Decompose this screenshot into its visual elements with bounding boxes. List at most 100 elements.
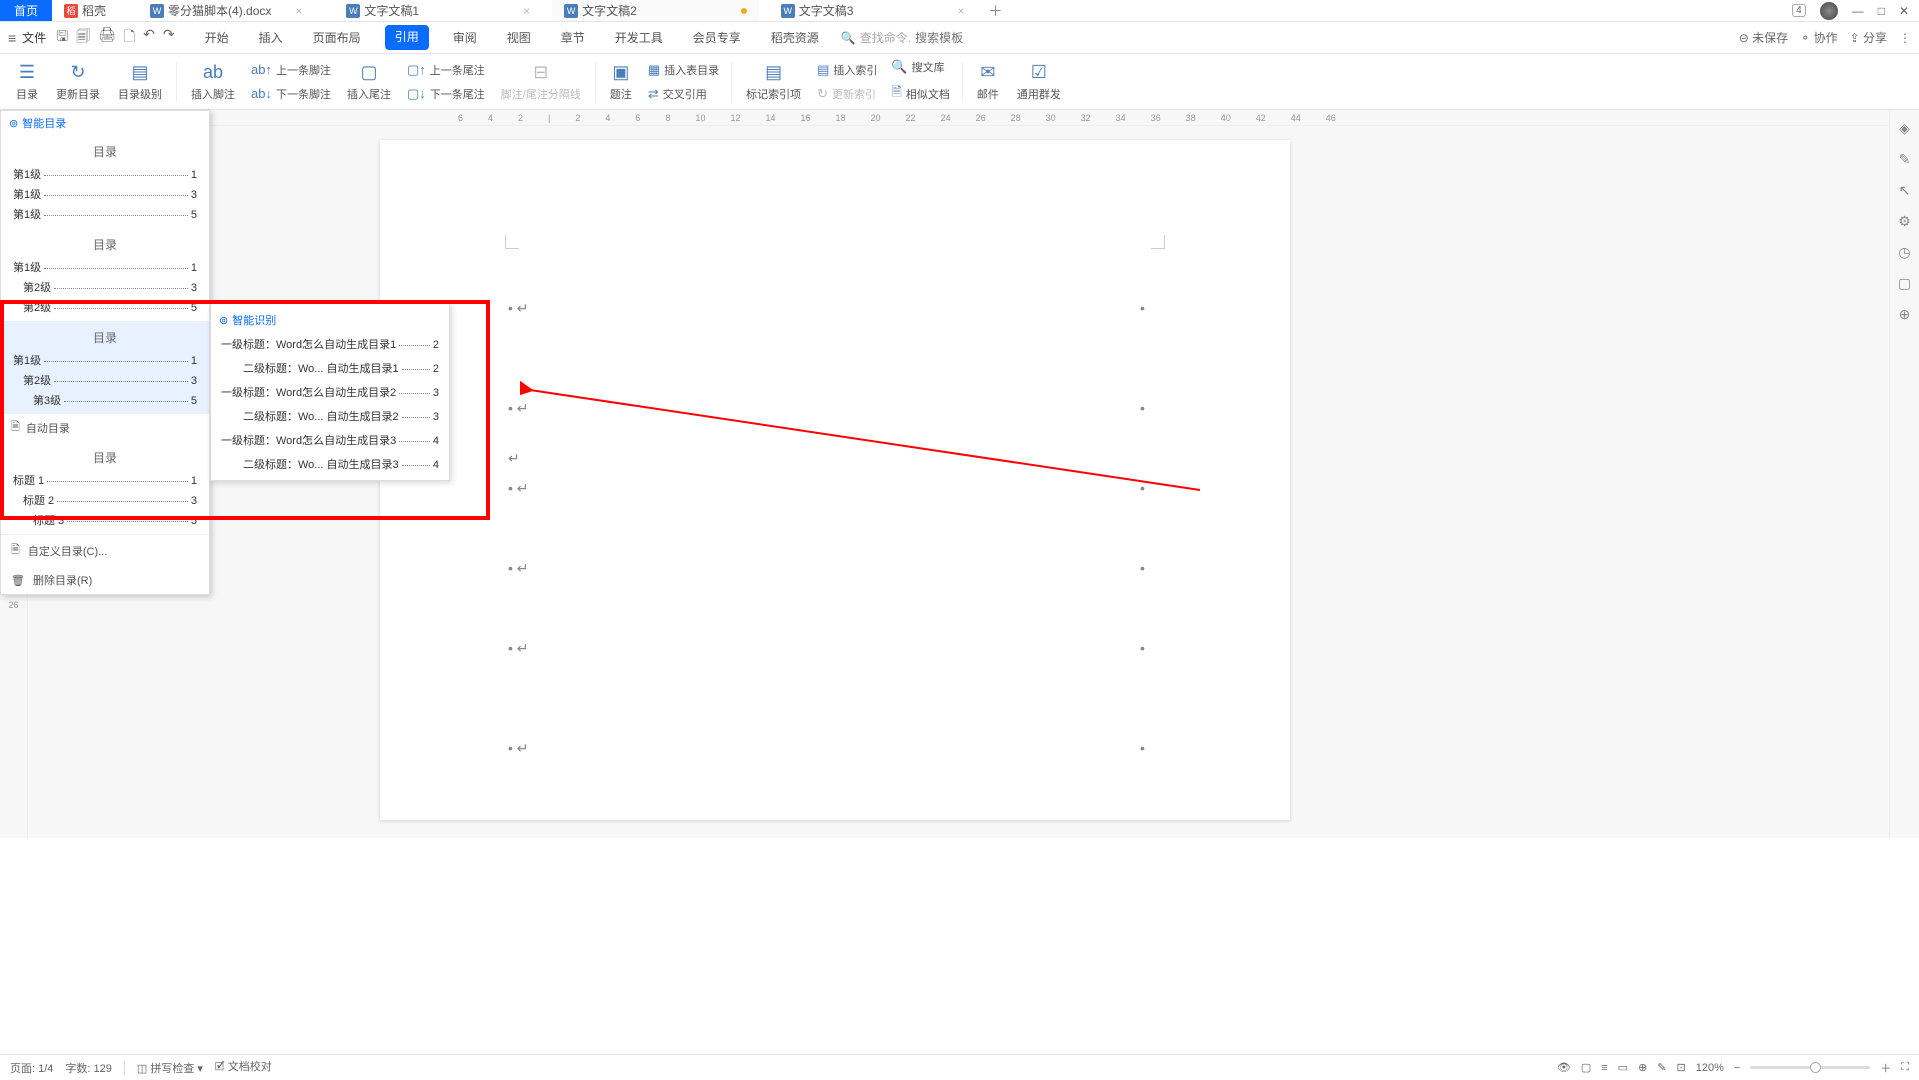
next-endnote-button[interactable]: ▢↓下一条尾注 xyxy=(401,84,491,104)
flyout-item[interactable]: 一级标题：Word怎么自动生成目录23 xyxy=(211,380,449,404)
search-lib-button[interactable]: 🔍搜文库 xyxy=(885,57,955,77)
redo-icon[interactable]: ↷ xyxy=(163,26,175,50)
document-tab-3[interactable]: W 文字文稿3 × xyxy=(769,0,977,21)
file-menu[interactable]: 文件 xyxy=(22,29,46,46)
prev-endnote-button[interactable]: ▢↑上一条尾注 xyxy=(401,60,491,80)
toc-dropdown: ⊚智能目录 目录 第1级1 第1级3 第1级5 目录 第1级1 第2级3 第2级… xyxy=(0,110,210,595)
insert-figtable-button[interactable]: ▦插入表目录 xyxy=(642,60,725,80)
save-icon[interactable]: 🖫 xyxy=(56,26,68,50)
box-icon[interactable]: ▢ xyxy=(1898,275,1911,292)
cross-ref-button[interactable]: ⇄交叉引用 xyxy=(642,84,725,104)
tab-app-daoke[interactable]: 稻 稻壳 xyxy=(52,0,118,21)
toc-template-3[interactable]: 目录 第1级1 第2级3 第3级5 xyxy=(1,321,209,414)
menu-tab-layout[interactable]: 页面布局 xyxy=(307,25,367,50)
toc-template-4[interactable]: 目录 标题 11 标题 23 标题 35 xyxy=(1,441,209,534)
minimize-button[interactable]: — xyxy=(1852,4,1864,18)
preview-icon[interactable]: 🗋 xyxy=(124,26,135,50)
insert-index-button[interactable]: ▤插入索引 xyxy=(811,60,883,80)
custom-toc-button[interactable]: 🗎自定义目录(C)... xyxy=(1,535,209,566)
insert-endnote-button[interactable]: ▢插入尾注 xyxy=(339,60,399,104)
zoom-out-button[interactable]: − xyxy=(1734,1062,1740,1074)
share-button[interactable]: ⇪ 分享 xyxy=(1850,29,1887,46)
zoom-in-button[interactable]: ＋ xyxy=(1880,1060,1891,1076)
coop-button[interactable]: ⚬ 协作 xyxy=(1800,29,1837,46)
globe-icon[interactable]: ⊕ xyxy=(1899,306,1911,323)
settings-icon[interactable]: ⚙ xyxy=(1898,213,1911,230)
group-send-button[interactable]: ☑通用群发 xyxy=(1009,60,1069,104)
close-icon[interactable]: × xyxy=(957,4,964,18)
flyout-item[interactable]: 二级标题：Wo... 自动生成目录23 xyxy=(211,404,449,428)
print-preview-icon[interactable]: 🗐 xyxy=(76,26,90,50)
separator-line-button[interactable]: ⊟脚注/尾注分隔线 xyxy=(493,60,589,104)
add-tab-button[interactable]: ＋ xyxy=(989,1,1003,21)
toc-button[interactable]: ☰目录 xyxy=(8,60,46,104)
document-tab-2[interactable]: W 文字文稿2 xyxy=(552,0,759,21)
toc-template-2[interactable]: 目录 第1级1 第2级3 第2级5 xyxy=(1,228,209,321)
close-window-button[interactable]: ✕ xyxy=(1899,4,1909,18)
smart-recognition-flyout: ⊚智能识别 一级标题：Word怎么自动生成目录12 二级标题：Wo... 自动生… xyxy=(210,303,450,481)
document-tab-0[interactable]: W 零分猫脚本(4).docx × xyxy=(138,0,314,21)
word-count[interactable]: 字数: 129 xyxy=(65,1060,111,1076)
fullscreen-icon[interactable]: ⛶ xyxy=(1901,1061,1909,1074)
flyout-item[interactable]: 一级标题：Word怎么自动生成目录34 xyxy=(211,428,449,452)
search-input[interactable] xyxy=(915,31,995,45)
print-icon[interactable]: 🖨 xyxy=(98,26,116,50)
hamburger-icon[interactable]: ≡ xyxy=(8,30,16,46)
fit-icon[interactable]: ⊡ xyxy=(1677,1061,1686,1074)
paragraph-mark-icon: • xyxy=(1140,640,1145,656)
update-toc-button[interactable]: ↻更新目录 xyxy=(48,60,108,104)
diamond-icon[interactable]: ◈ xyxy=(1899,120,1910,137)
menu-tab-review[interactable]: 审阅 xyxy=(447,25,483,50)
undo-icon[interactable]: ↶ xyxy=(143,26,155,50)
menu-tab-devtools[interactable]: 开发工具 xyxy=(609,25,669,50)
menu-tab-reference[interactable]: 引用 xyxy=(385,25,429,50)
page[interactable]: • ↵ • • ↵ • ↵ • ↵ • • ↵ • • ↵ • • ↵ • xyxy=(380,140,1290,820)
notification-badge[interactable]: 4 xyxy=(1792,4,1806,17)
mark-index-button[interactable]: ▤标记索引项 xyxy=(738,60,809,104)
mail-button[interactable]: ✉邮件 xyxy=(969,60,1007,104)
similar-doc-button[interactable]: 🗎相似文档 xyxy=(885,81,955,107)
menu-tab-daoke[interactable]: 稻壳资源 xyxy=(765,25,825,50)
titlebar: 首页 稻 稻壳 W 零分猫脚本(4).docx × W 文字文稿1 × W 文字… xyxy=(0,0,1919,22)
menu-tab-member[interactable]: 会员专享 xyxy=(687,25,747,50)
menu-tab-start[interactable]: 开始 xyxy=(199,25,235,50)
close-icon[interactable]: × xyxy=(523,4,530,18)
spell-check-button[interactable]: ◫ 拼写检查 ▾ xyxy=(137,1060,203,1076)
next-footnote-button[interactable]: ab↓下一条脚注 xyxy=(245,84,337,104)
toc-template-1[interactable]: 目录 第1级1 第1级3 第1级5 xyxy=(1,135,209,228)
prev-footnote-button[interactable]: ab↑上一条脚注 xyxy=(245,60,337,80)
search-icon[interactable]: 🔍 xyxy=(841,31,856,45)
proof-button[interactable]: 🗹 文档校对 xyxy=(215,1058,272,1077)
more-icon[interactable]: ⋮ xyxy=(1899,31,1911,45)
delete-toc-button[interactable]: 🗑删除目录(R) xyxy=(1,566,209,594)
page-indicator[interactable]: 页面: 1/4 xyxy=(10,1060,53,1076)
close-icon[interactable]: × xyxy=(295,4,302,18)
menu-tab-section[interactable]: 章节 xyxy=(555,25,591,50)
document-tab-1[interactable]: W 文字文稿1 × xyxy=(334,0,542,21)
menu-tab-view[interactable]: 视图 xyxy=(501,25,537,50)
flyout-item[interactable]: 一级标题：Word怎么自动生成目录12 xyxy=(211,332,449,356)
pencil-icon[interactable]: ✎ xyxy=(1899,151,1911,168)
view-mode-icon[interactable]: ✎ xyxy=(1657,1061,1666,1074)
clock-icon[interactable]: ◷ xyxy=(1898,244,1910,261)
view-mode-icon[interactable]: ▢ xyxy=(1581,1061,1591,1074)
menu-tab-insert[interactable]: 插入 xyxy=(253,25,289,50)
view-mode-icon[interactable]: ≡ xyxy=(1601,1062,1607,1074)
maximize-button[interactable]: □ xyxy=(1878,4,1885,18)
zoom-slider[interactable] xyxy=(1750,1066,1870,1069)
cursor-icon[interactable]: ↖ xyxy=(1899,182,1911,199)
eye-icon[interactable]: 👁 xyxy=(1557,1061,1571,1074)
caption-button[interactable]: ▣题注 xyxy=(602,60,640,104)
avatar[interactable] xyxy=(1820,2,1838,20)
flyout-item[interactable]: 二级标题：Wo... 自动生成目录12 xyxy=(211,356,449,380)
zoom-value[interactable]: 120% xyxy=(1696,1062,1724,1074)
flyout-item[interactable]: 二级标题：Wo... 自动生成目录34 xyxy=(211,452,449,476)
mail-icon: ✉ xyxy=(977,62,999,84)
tab-home[interactable]: 首页 xyxy=(0,0,52,21)
toc-level-button[interactable]: ▤目录级别 xyxy=(110,60,170,104)
insert-footnote-button[interactable]: ab插入脚注 xyxy=(183,60,243,104)
view-mode-icon[interactable]: ⊕ xyxy=(1638,1061,1647,1074)
up-icon: ab↑ xyxy=(251,62,272,77)
view-mode-icon[interactable]: ▭ xyxy=(1618,1061,1628,1074)
document-tab-label: 文字文稿2 xyxy=(582,2,637,19)
